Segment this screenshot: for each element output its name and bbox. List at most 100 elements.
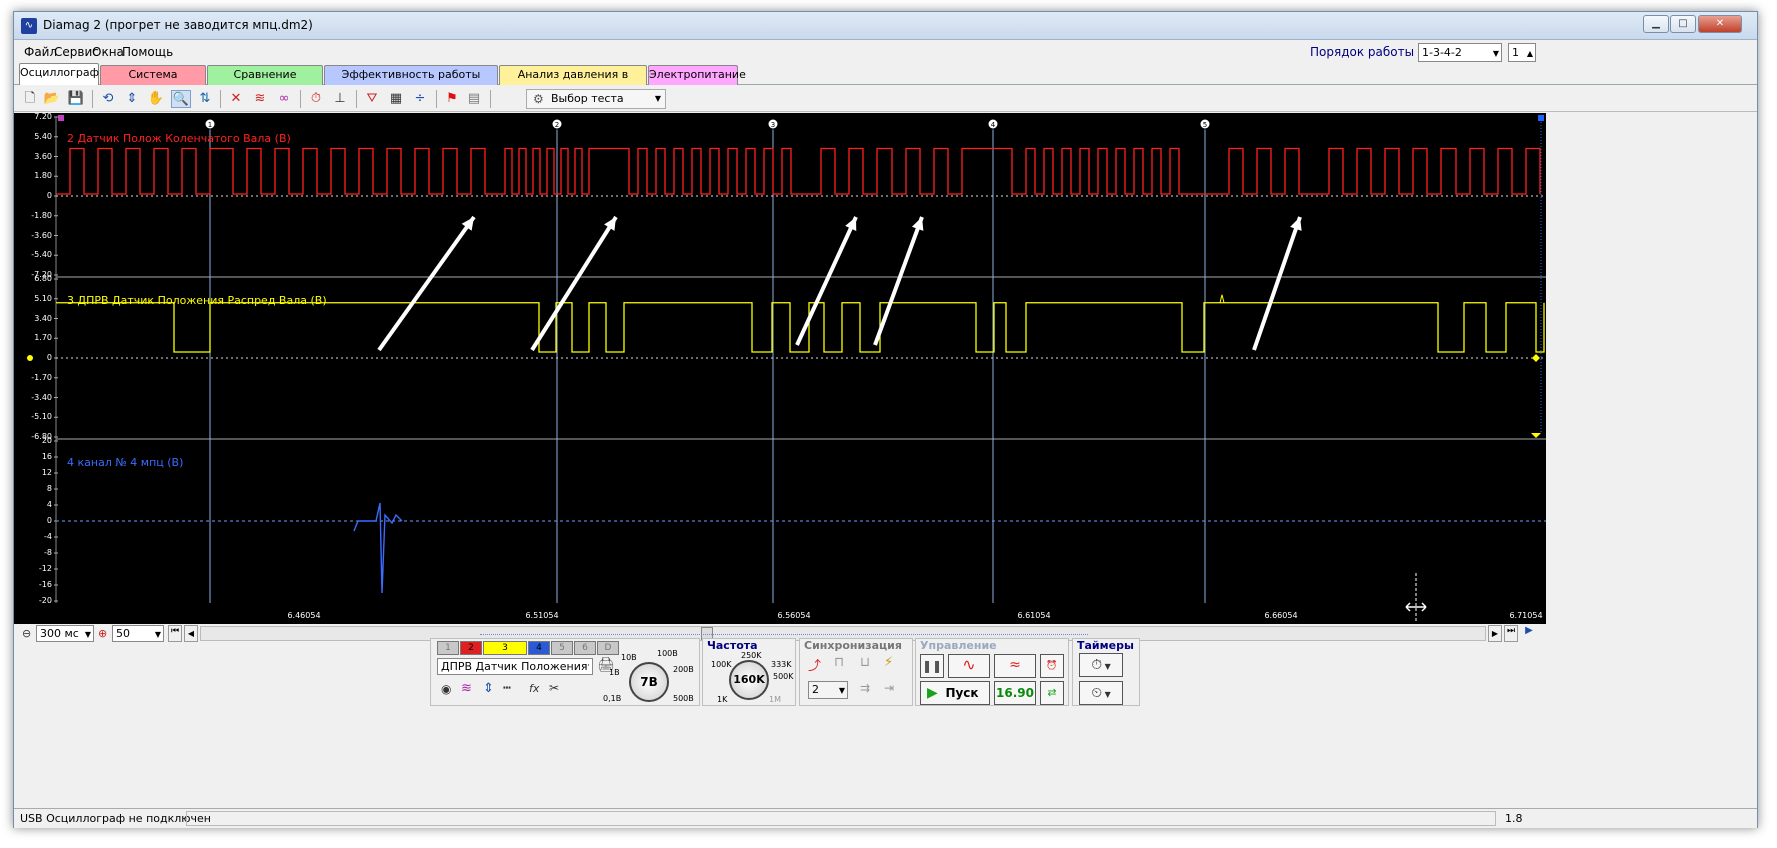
rising-edge-icon[interactable]: ⤴: [808, 655, 821, 674]
scroll-right-button[interactable]: ▶: [1488, 625, 1502, 642]
play-cursor-icon[interactable]: ▶: [1522, 625, 1536, 642]
frequency-knob[interactable]: 160K: [729, 660, 769, 700]
flag-marker-icon[interactable]: ⚑: [442, 90, 462, 108]
tools-icon[interactable]: ✂: [549, 681, 559, 695]
dashed-line-icon[interactable]: ┅: [503, 681, 511, 696]
horizontal-zoom-icon[interactable]: ⟲: [98, 90, 118, 108]
scroll-start-button[interactable]: ⏮: [168, 625, 182, 642]
sync-channel-select[interactable]: 2 ▼: [808, 681, 848, 699]
auto-scale-icon[interactable]: ⏱: [306, 90, 326, 108]
minimize-button[interactable]: ▁: [1643, 15, 1669, 33]
volt-label-1: 1В: [609, 668, 620, 677]
test-select-label: Выбор теста: [551, 92, 624, 105]
cylinder-number-value: 1: [1512, 46, 1519, 59]
split-horizontal-icon[interactable]: ÷: [410, 90, 430, 108]
zoom-in-icon[interactable]: ⊕: [98, 627, 107, 640]
channel-button-4[interactable]: 4: [528, 641, 550, 655]
window-title: Diamag 2 (прогрет не заводится мпц.dm2): [43, 18, 313, 32]
crossing-signals-icon[interactable]: ✕: [226, 90, 246, 108]
timer-stop-icon[interactable]: ⏲ ▼: [1079, 681, 1123, 705]
channels-panel: 123456D ДПРВ Датчик Положения Рас ··· 🖨 …: [430, 638, 700, 706]
y-tick-label: -12: [38, 564, 52, 573]
oscilloscope-plot[interactable]: 1 2 3 4 5 6.46054 6.51054 6.56054 6.61054 6.66054…: [24, 112, 1546, 624]
volt-knob[interactable]: 7В: [629, 662, 669, 702]
new-file-icon[interactable]: 🗋: [20, 90, 40, 108]
fall-trigger-icon[interactable]: ⊔: [860, 655, 870, 670]
waveform-icon[interactable]: ≋: [461, 681, 472, 696]
menu-help[interactable]: Помощь: [122, 45, 173, 59]
test-select-dropdown[interactable]: ⚙ Выбор теста ▼: [526, 89, 666, 109]
tab-oscilloscope[interactable]: Осциллограф: [19, 63, 99, 85]
table-grid-icon[interactable]: ▦: [386, 90, 406, 108]
channel-button-D[interactable]: D: [597, 641, 619, 655]
noise-signal-icon[interactable]: ≈: [994, 654, 1036, 678]
scroll-end-button[interactable]: ⏭: [1504, 625, 1518, 642]
fit-signal-icon[interactable]: ⇅: [195, 90, 215, 108]
pause-button[interactable]: ❚❚: [920, 654, 944, 678]
eye-icon[interactable]: ◉: [441, 682, 451, 696]
status-version: 1.8: [1505, 812, 1523, 825]
annotation-arrow: [377, 215, 476, 352]
start-button[interactable]: ▶ Пуск: [920, 681, 990, 705]
y-tick-label: -16: [38, 580, 52, 589]
more-button[interactable]: ···: [581, 659, 590, 674]
timer-start-icon[interactable]: ⏱ ▼: [1079, 653, 1123, 677]
zero-offset-icon[interactable]: ⊥: [330, 90, 350, 108]
auto-trigger-icon[interactable]: ⚡: [884, 655, 893, 670]
cylinder-order-select[interactable]: 1-3-4-2 ▼: [1418, 43, 1502, 62]
channel-button-1[interactable]: 1: [437, 641, 459, 655]
panel-splitter[interactable]: [480, 629, 1088, 635]
tab-ignition[interactable]: Система зажигания: [100, 65, 206, 99]
channel-button-5[interactable]: 5: [551, 641, 573, 655]
maximize-button[interactable]: □: [1670, 15, 1696, 33]
cylinder-number-spinner[interactable]: 1 ▲: [1508, 43, 1536, 62]
spinner-arrows-icon: ▲: [1526, 49, 1533, 58]
sync-offset-icon[interactable]: ⇥: [884, 681, 894, 695]
save-icon[interactable]: 💾: [66, 90, 86, 108]
y-tick-label: 0: [46, 353, 52, 362]
y-tick-label: -8: [44, 548, 52, 557]
close-button[interactable]: ✕: [1698, 15, 1742, 33]
auto-run-icon[interactable]: ⇄: [1040, 681, 1064, 705]
filter-icon[interactable]: ⛛: [362, 90, 382, 108]
volt-label-01: 0,1В: [603, 694, 622, 703]
volt-label-10: 10В: [621, 653, 637, 662]
rise-trigger-icon[interactable]: ⊓: [834, 655, 844, 670]
hand-pan-icon[interactable]: ✋: [146, 90, 166, 108]
scroll-left-button[interactable]: ◀: [184, 625, 198, 642]
vertical-arrows-icon[interactable]: ⇕: [483, 681, 494, 696]
function-icon[interactable]: fx: [529, 682, 539, 695]
overlay-signals-icon[interactable]: ≋: [250, 90, 270, 108]
toolbar-separator: [220, 90, 221, 108]
toolbar: 🗋 📂 💾 ⟲ ⇕ ✋ 🔍 ⇅ ✕ ≋ ∞ ⏱ ⊥ ⛛ ▦ ÷ ⚑ ▤ ⚙ Вы…: [14, 86, 1757, 112]
scale-select[interactable]: 50 ▼: [112, 625, 164, 642]
y-tick-label: -5.40: [31, 250, 52, 260]
magnifier-icon[interactable]: 🔍: [171, 90, 191, 108]
auto-clock-icon[interactable]: ⏰: [1040, 654, 1064, 678]
menu-file[interactable]: Файл: [24, 45, 57, 59]
channel-name-field[interactable]: ДПРВ Датчик Положения Рас ···: [437, 658, 593, 675]
zoom-out-icon[interactable]: ⊖: [22, 627, 31, 640]
freq-label-100k: 100K: [711, 660, 732, 669]
tab-cylinder-efficiency[interactable]: Эффективность работы цилиндров: [324, 65, 498, 99]
sine-signal-icon[interactable]: ∿: [948, 654, 990, 678]
ch2-crank-signal: [56, 147, 1541, 195]
sync-panel: Синхронизация ⤴ ⊓ ⊔ ⚡ 2 ▼ ⇉ ⇥: [799, 638, 913, 706]
speed-display: 16.90: [994, 681, 1036, 705]
open-folder-icon[interactable]: 📂: [42, 90, 62, 108]
tab-power-supply[interactable]: Электропитание: [648, 65, 746, 85]
lissajous-icon[interactable]: ∞: [274, 90, 294, 108]
channel-button-6[interactable]: 6: [574, 641, 596, 655]
x-tick-label: 6.71054: [1509, 611, 1542, 620]
sync-level-icon[interactable]: ⇉: [860, 681, 870, 695]
vertical-zoom-icon[interactable]: ⇕: [122, 90, 142, 108]
channel-button-2[interactable]: 2: [460, 641, 482, 655]
gear-icon: ⚙: [533, 92, 544, 106]
tab-cylinder-compare[interactable]: Сравнение цилиндров: [207, 65, 323, 99]
annotation-arrow: [530, 215, 618, 352]
timebase-select[interactable]: 300 мс ▼: [36, 625, 94, 642]
channel-button-3[interactable]: 3: [483, 641, 527, 655]
menu-windows[interactable]: Окна: [92, 45, 124, 59]
notes-icon[interactable]: ▤: [464, 90, 484, 108]
tab-pressure-analysis[interactable]: Анализ давления в цилиндре: [499, 65, 647, 99]
